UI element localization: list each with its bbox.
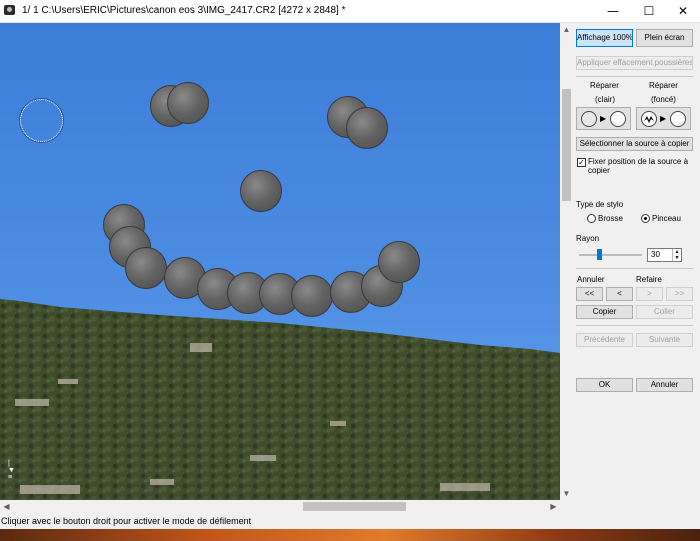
camera-icon [4,5,15,15]
ok-button[interactable]: OK [576,378,633,392]
undo-all-button[interactable]: << [576,287,603,301]
pencil-label: Pinceau [652,214,681,223]
scroll-right-icon[interactable]: ▶ [547,500,560,513]
vertical-scrollbar[interactable]: ▲ ▼ [560,23,573,500]
image-canvas[interactable]: | ▼ ≡ [0,23,560,500]
radius-label: Rayon [576,234,600,243]
repair-light-button[interactable]: ▶ [576,107,631,130]
paste-button[interactable]: Coller [636,305,693,319]
undo-label: Annuler [577,275,605,284]
clone-blob [125,247,167,289]
scroll-up-icon[interactable]: ▲ [560,23,573,36]
horizontal-scrollbar[interactable]: ◀ ▶ [0,500,573,513]
clone-blob [240,170,282,212]
radius-slider-thumb[interactable] [597,249,602,260]
target-circle-icon [670,111,686,127]
divider [576,76,693,77]
fullscreen-button[interactable]: Plein écran [636,29,693,47]
clone-blob [346,107,388,149]
close-button[interactable]: ✕ [666,0,700,22]
minimize-button[interactable]: — [596,0,630,22]
brush-label: Brosse [598,214,623,223]
dark-spots-icon [641,111,657,127]
select-source-button[interactable]: Sélectionner la source à copier [576,137,693,151]
stylus-type-label: Type de stylo [576,200,624,209]
repair-dark-button[interactable]: ▶ [636,107,691,130]
apply-dust-removal-button[interactable]: Appliquer effacement poussières [576,56,693,70]
repair-dark-sublabel: (foncé) [651,95,676,104]
divider [576,268,693,269]
brush-cursor [20,99,63,142]
repair-dark-label: Réparer [649,81,678,90]
status-bar: Cliquer avec le bouton droit pour active… [0,513,573,529]
pencil-radio[interactable] [641,214,650,223]
repair-light-label: Réparer [590,81,619,90]
light-circle-icon [581,111,597,127]
maximize-button[interactable]: ☐ [632,0,666,22]
fix-source-checkbox[interactable]: ✓ [577,158,586,167]
fix-source-label: Fixer position de la source à copier [588,157,689,175]
spin-down-icon[interactable]: ▼ [672,255,681,261]
clone-blob [167,82,209,124]
arrow-right-icon: ▶ [660,114,667,123]
redo-all-button[interactable]: >> [666,287,693,301]
previous-button[interactable]: Précédente [576,333,633,347]
scroll-down-icon[interactable]: ▼ [560,487,573,500]
vertical-scroll-thumb[interactable] [562,89,571,201]
hillside-landscape [0,299,560,500]
scroll-left-icon[interactable]: ◀ [0,500,13,513]
brush-radio[interactable] [587,214,596,223]
copy-button[interactable]: Copier [576,305,633,319]
cancel-button[interactable]: Annuler [636,378,693,392]
repair-light-sublabel: (clair) [595,95,615,104]
target-circle-icon [610,111,626,127]
clone-blob [291,275,333,317]
redo-button[interactable]: > [636,287,663,301]
scale-indicator: | ▼ ≡ [8,460,15,481]
radius-slider-track[interactable] [579,254,642,256]
view-100-button[interactable]: Affichage 100% [576,29,633,47]
arrow-right-icon: ▶ [600,114,607,123]
undo-button[interactable]: < [606,287,633,301]
next-button[interactable]: Suivante [636,333,693,347]
window-title: 1/ 1 C:\Users\ERIC\Pictures\canon eos 3\… [22,5,346,16]
desktop-background [0,529,700,541]
radius-spinbox[interactable]: 30 ▲ ▼ [647,248,682,262]
divider [576,325,693,326]
radius-value: 30 [651,250,660,259]
clone-blob [378,241,420,283]
horizontal-scroll-thumb[interactable] [303,502,406,511]
tool-panel: Affichage 100% Plein écran Appliquer eff… [573,23,700,529]
redo-label: Refaire [636,275,662,284]
title-bar: 1/ 1 C:\Users\ERIC\Pictures\canon eos 3\… [0,0,700,23]
